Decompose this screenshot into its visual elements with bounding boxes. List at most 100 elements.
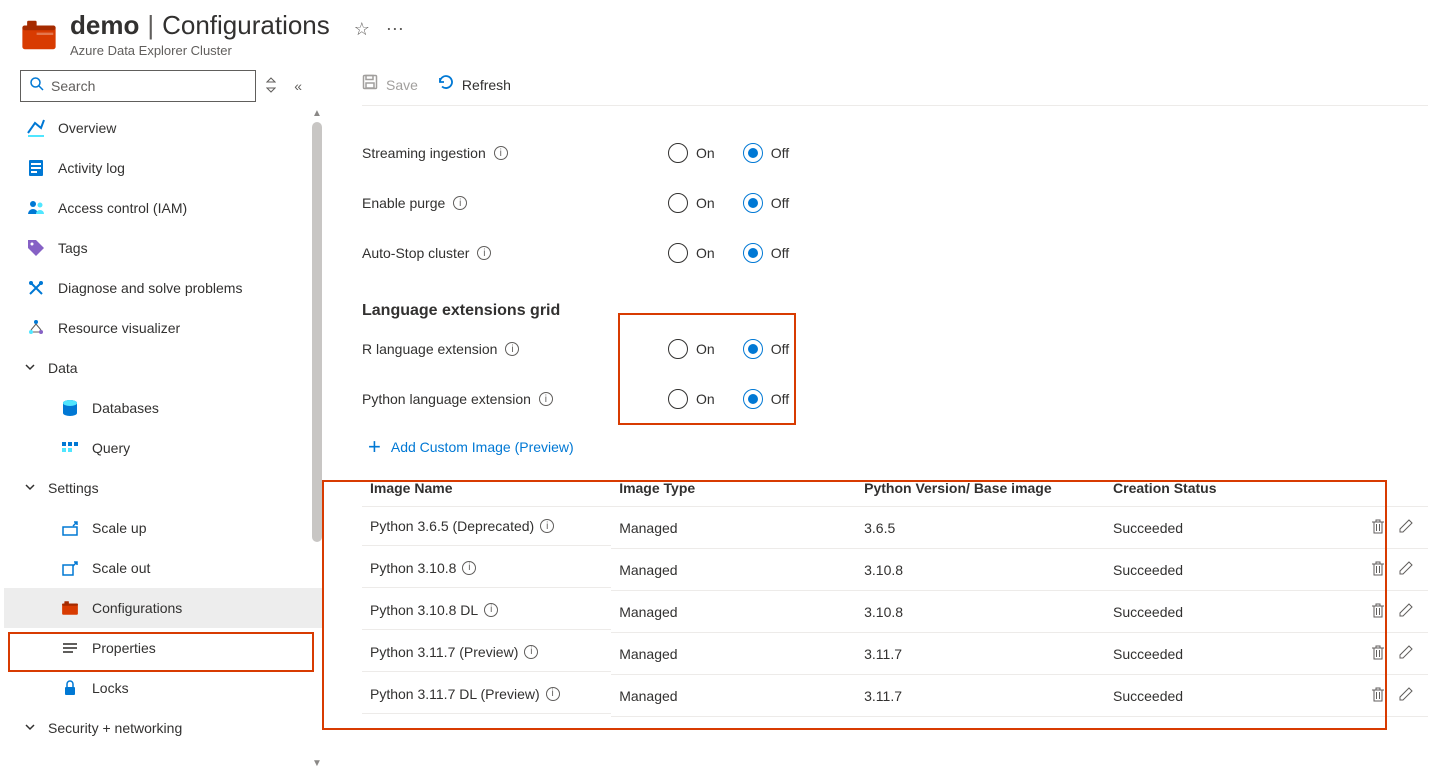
collapse-icon[interactable]: «: [294, 78, 302, 94]
python-lang-ext-row: Python language extension i On Off: [362, 374, 1428, 424]
image-name-cell: Python 3.10.8i: [362, 549, 611, 588]
edit-icon[interactable]: [1398, 644, 1414, 663]
enable-purge-off-radio[interactable]: Off: [743, 193, 789, 213]
delete-icon[interactable]: [1370, 560, 1386, 579]
activity-icon: [26, 158, 46, 178]
sidebar-item-label: Databases: [92, 400, 159, 416]
sidebar-item-locks[interactable]: Locks: [4, 668, 322, 708]
creation-status-cell: Succeeded: [1105, 633, 1362, 675]
r-lang-ext-off-radio[interactable]: Off: [743, 339, 789, 359]
info-icon[interactable]: i: [462, 561, 476, 575]
python-version-cell: 3.10.8: [856, 591, 1105, 633]
auto-stop-on-radio[interactable]: On: [668, 243, 715, 263]
info-icon[interactable]: i: [524, 645, 538, 659]
sidebar-item-label: Overview: [58, 120, 116, 136]
title-divider: |: [147, 10, 154, 41]
sort-icon[interactable]: [266, 77, 276, 96]
sidebar-item-label: Diagnose and solve problems: [58, 280, 242, 296]
sidebar-item-label: Configurations: [92, 600, 182, 616]
edit-icon[interactable]: [1398, 602, 1414, 621]
more-icon[interactable]: ⋯: [386, 19, 404, 40]
info-icon[interactable]: i: [453, 196, 467, 210]
sidebar-item-properties[interactable]: Properties: [4, 628, 322, 668]
streaming-ingestion-row: Streaming ingestion i On Off: [362, 128, 1428, 178]
sidebar-item-activity[interactable]: Activity log: [4, 148, 322, 188]
row-actions-cell: [1362, 633, 1428, 675]
enable-purge-on-radio[interactable]: On: [668, 193, 715, 213]
info-icon[interactable]: i: [546, 687, 560, 701]
add-link-label: Add Custom Image (Preview): [391, 439, 574, 455]
edit-icon[interactable]: [1398, 560, 1414, 579]
add-custom-image-link[interactable]: + Add Custom Image (Preview): [368, 434, 1428, 460]
save-icon: [362, 74, 378, 95]
radio-off-label: Off: [771, 391, 789, 407]
table-row: Python 3.6.5 (Deprecated)i Managed 3.6.5…: [362, 507, 1428, 549]
r-lang-ext-on-radio[interactable]: On: [668, 339, 715, 359]
streaming-ingestion-off-radio[interactable]: Off: [743, 143, 789, 163]
favorite-icon[interactable]: ☆: [354, 19, 370, 40]
info-icon[interactable]: i: [505, 342, 519, 356]
sidebar-item-scaleout[interactable]: Scale out: [4, 548, 322, 588]
info-icon[interactable]: i: [484, 603, 498, 617]
table-header[interactable]: Image Type: [611, 470, 856, 507]
configurations-icon: [60, 598, 80, 618]
enable-purge-label: Enable purge i: [362, 195, 668, 211]
toolbar: Save Refresh: [362, 70, 1428, 106]
sidebar-item-access[interactable]: Access control (IAM): [4, 188, 322, 228]
image-name-cell: Python 3.11.7 DL (Preview)i: [362, 675, 611, 714]
radio-off-label: Off: [771, 245, 789, 261]
info-icon[interactable]: i: [539, 392, 553, 406]
sidebar-item-label: Scale out: [92, 560, 150, 576]
search-input[interactable]: [51, 78, 247, 94]
python-lang-ext-off-radio[interactable]: Off: [743, 389, 789, 409]
sidebar-item-databases[interactable]: Databases: [4, 388, 322, 428]
refresh-button[interactable]: Refresh: [438, 74, 511, 95]
sidebar-item-diagnose[interactable]: Diagnose and solve problems: [4, 268, 322, 308]
info-icon[interactable]: i: [540, 519, 554, 533]
sidebar-item-scaleup[interactable]: Scale up: [4, 508, 322, 548]
page-section: Configurations: [162, 10, 330, 41]
delete-icon[interactable]: [1370, 686, 1386, 705]
access-icon: [26, 198, 46, 218]
table-header[interactable]: Image Name: [362, 470, 611, 507]
search-box[interactable]: [20, 70, 256, 102]
scroll-down-arrow[interactable]: ▼: [312, 758, 322, 770]
scrollbar[interactable]: ▲ ▼: [312, 108, 322, 770]
sidebar-item-label: Tags: [58, 240, 88, 256]
sidebar-item-configurations[interactable]: Configurations: [4, 588, 322, 628]
sidebar-item-overview[interactable]: Overview: [4, 108, 322, 148]
auto-stop-radio-group: On Off: [668, 243, 789, 263]
delete-icon[interactable]: [1370, 518, 1386, 537]
page-subtitle: Azure Data Explorer Cluster: [70, 43, 404, 58]
delete-icon[interactable]: [1370, 644, 1386, 663]
info-icon[interactable]: i: [494, 146, 508, 160]
sidebar-item-tags[interactable]: Tags: [4, 228, 322, 268]
save-button[interactable]: Save: [362, 74, 418, 95]
delete-icon[interactable]: [1370, 602, 1386, 621]
scroll-thumb[interactable]: [312, 122, 322, 542]
table-header[interactable]: Creation Status: [1105, 470, 1362, 507]
r-lang-ext-row: R language extension i On Off: [362, 324, 1428, 374]
sidebar-section-security-networking[interactable]: Security + networking: [4, 708, 322, 748]
sidebar-item-visualizer[interactable]: Resource visualizer: [4, 308, 322, 348]
creation-status-cell: Succeeded: [1105, 675, 1362, 717]
sidebar-item-label: Access control (IAM): [58, 200, 187, 216]
edit-icon[interactable]: [1398, 518, 1414, 537]
sidebar-section-settings[interactable]: Settings: [4, 468, 322, 508]
radio-on-label: On: [696, 341, 715, 357]
edit-icon[interactable]: [1398, 686, 1414, 705]
streaming-ingestion-on-radio[interactable]: On: [668, 143, 715, 163]
table-row: Python 3.10.8 DLi Managed 3.10.8 Succeed…: [362, 591, 1428, 633]
enable-purge-row: Enable purge i On Off: [362, 178, 1428, 228]
scroll-up-arrow[interactable]: ▲: [312, 108, 322, 120]
info-icon[interactable]: i: [477, 246, 491, 260]
python-lang-ext-on-radio[interactable]: On: [668, 389, 715, 409]
sidebar-item-query[interactable]: Query: [4, 428, 322, 468]
auto-stop-off-radio[interactable]: Off: [743, 243, 789, 263]
lang-ext-heading: Language extensions grid: [362, 302, 1428, 320]
image-type-cell: Managed: [611, 591, 856, 633]
table-header[interactable]: Python Version/ Base image: [856, 470, 1105, 507]
sidebar-section-data[interactable]: Data: [4, 348, 322, 388]
auto-stop-label: Auto-Stop cluster i: [362, 245, 668, 261]
table-row: Python 3.11.7 DL (Preview)i Managed 3.11…: [362, 675, 1428, 717]
